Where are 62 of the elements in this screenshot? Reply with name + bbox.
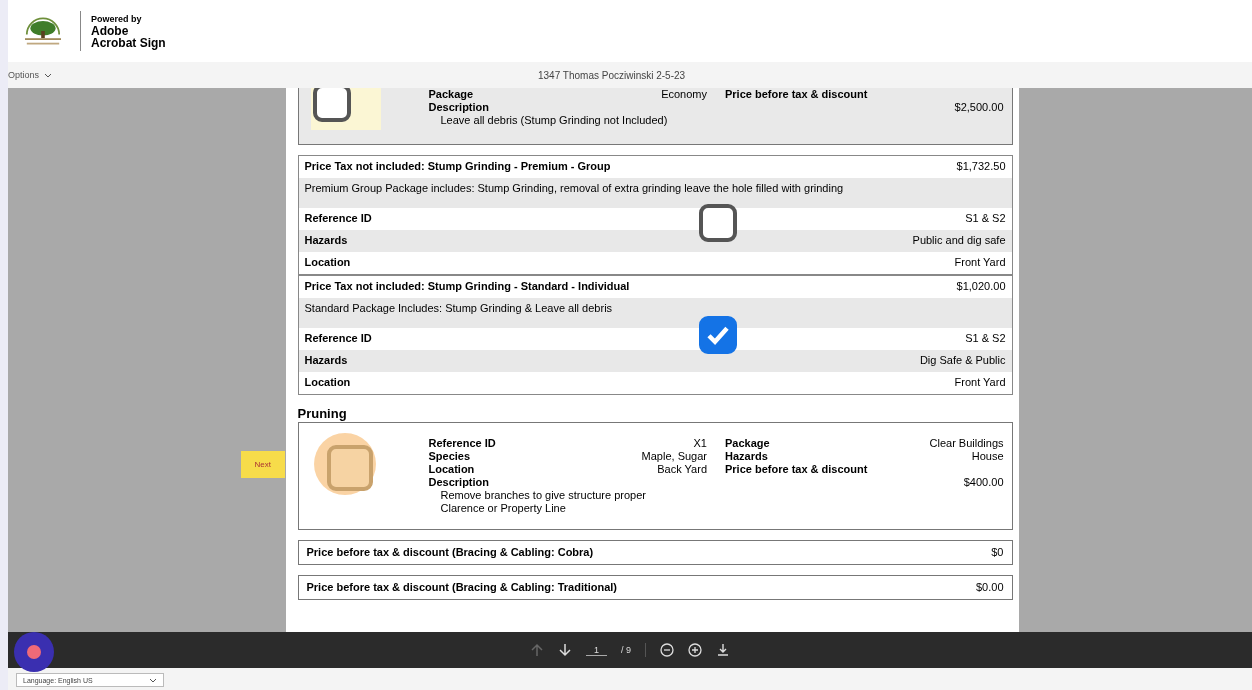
field-value: Maple, Sugar	[641, 450, 707, 463]
section-heading: Pruning	[297, 405, 348, 422]
options-menu[interactable]: Options	[8, 70, 53, 80]
page-count: / 9	[621, 645, 631, 655]
field-value: Economy	[661, 88, 707, 101]
option-title: Price Tax not included: Stump Grinding - Premium - Group	[304, 160, 611, 174]
download-icon[interactable]	[716, 643, 730, 657]
field-label: Package	[725, 437, 770, 450]
zoom-in-icon[interactable]	[688, 643, 702, 657]
chevron-down-icon	[44, 72, 53, 78]
field-value: Dig Safe & Public	[919, 354, 1006, 368]
price-value: $2,500.00	[953, 101, 1004, 114]
chevron-down-icon	[149, 677, 157, 683]
field-value: X1	[693, 437, 707, 450]
field-label: Reference ID	[428, 437, 496, 450]
option-description: Premium Group Package includes: Stump Grinding, removal of extra grinding leave the hole filled with grinding	[304, 182, 844, 196]
field-label: Price before tax & discount (Bracing & Cabling: Traditional)	[306, 581, 617, 594]
field-value: S1 & S2	[965, 332, 1006, 346]
option-price: $1,732.50	[956, 160, 1006, 174]
description-text: Clarence or Property Line	[439, 502, 567, 515]
field-label: Species	[428, 450, 471, 463]
field-value: Clear Buildings	[929, 437, 1004, 450]
option-price: $1,020.00	[956, 280, 1006, 294]
field-label: Hazards	[304, 354, 348, 368]
price-value: $400.00	[962, 476, 1004, 489]
field-value: $0.00	[975, 581, 1004, 594]
arrow-down-icon[interactable]	[558, 643, 572, 657]
field-label: Location	[428, 463, 475, 476]
powered-by-label: Powered by	[91, 13, 143, 25]
field-value: Public and dig safe	[912, 234, 1006, 248]
zoom-out-icon[interactable]	[660, 643, 674, 657]
next-tag[interactable]: Next	[240, 451, 285, 478]
field-label: Price before tax & discount	[725, 88, 868, 101]
brand-name: Adobe	[91, 25, 130, 37]
field-label: Location	[304, 256, 351, 270]
field-label: Price before tax & discount (Bracing & Cabling: Cobra)	[306, 546, 594, 559]
field-label: Price before tax & discount	[725, 463, 868, 476]
checkbox[interactable]	[698, 316, 737, 354]
field-value: Back Yard	[657, 463, 707, 476]
field-value: Front Yard	[954, 376, 1006, 390]
document-title: 1347 Thomas Pocziwinski 2-5-23	[538, 69, 686, 81]
option-title: Price Tax not included: Stump Grinding - Standard - Individual	[304, 280, 630, 294]
field-label: Reference ID	[304, 332, 372, 346]
page-number-field[interactable]: 1	[586, 644, 607, 656]
brand-name: Acrobat Sign	[91, 37, 166, 49]
field-label: Description	[428, 101, 490, 114]
checkbox[interactable]	[326, 445, 373, 491]
field-label: Package	[428, 88, 474, 101]
checkbox[interactable]	[698, 204, 737, 242]
field-label: Hazards	[304, 234, 348, 248]
description-text: Leave all debris (Stump Grinding not Included)	[439, 114, 669, 127]
field-value: $0	[991, 546, 1004, 559]
checkbox[interactable]	[312, 88, 351, 122]
field-label: Reference ID	[304, 212, 372, 226]
field-value: House	[971, 450, 1004, 463]
field-label: Hazards	[725, 450, 768, 463]
option-description: Standard Package Includes: Stump Grinding & Leave all debris	[304, 302, 613, 316]
field-label: Description	[428, 476, 490, 489]
description-text: Remove branches to give structure proper	[439, 489, 647, 502]
field-label: Location	[304, 376, 351, 390]
field-value: S1 & S2	[965, 212, 1006, 226]
field-value: Front Yard	[954, 256, 1006, 270]
